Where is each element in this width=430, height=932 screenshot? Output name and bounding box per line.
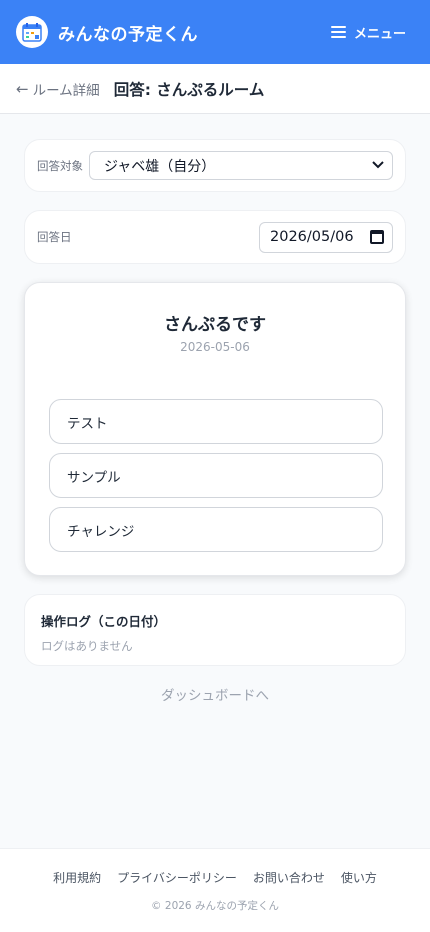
- answer-date-label: 回答日: [37, 230, 72, 244]
- target-card: 回答対象 ジャベ雄（自分）: [24, 139, 406, 192]
- option-button[interactable]: チャレンジ: [49, 507, 383, 552]
- footer: 利用規約 プライバシーポリシー お問い合わせ 使い方 © 2026 みんなの予定…: [0, 848, 430, 932]
- footer-link-contact[interactable]: お問い合わせ: [253, 869, 325, 886]
- footer-link-howto[interactable]: 使い方: [341, 869, 377, 886]
- dashboard-link[interactable]: ダッシュボードへ: [0, 684, 430, 704]
- page-title: 回答: さんぷるルーム: [113, 80, 265, 99]
- target-selected-value: ジャベ雄（自分）: [104, 158, 216, 175]
- answer-date-card: 回答日 2026/05/06: [24, 210, 406, 264]
- chevron-down-icon: [372, 159, 384, 172]
- back-to-room-link[interactable]: ← ルーム詳細: [16, 79, 100, 99]
- calendar-logo-icon: [16, 16, 48, 48]
- schedule-card: さんぷるです 2026-05-06 テスト サンプル チャレンジ: [24, 282, 406, 576]
- schedule-title: さんぷるです: [164, 315, 266, 335]
- answer-date-input[interactable]: 2026/05/06: [259, 221, 393, 253]
- subheader: ← ルーム詳細 回答: さんぷるルーム: [0, 64, 430, 114]
- arrow-left-icon: ←: [16, 79, 29, 98]
- target-label: 回答対象: [37, 158, 83, 173]
- back-link-label: ルーム詳細: [32, 82, 100, 99]
- menu-button[interactable]: メニュー: [330, 23, 406, 42]
- operation-log-card: 操作ログ（この日付） ログはありません: [24, 594, 406, 666]
- log-empty-message: ログはありません: [41, 639, 133, 653]
- menu-label: メニュー: [353, 26, 406, 42]
- answer-date-value: 2026/05/06: [270, 229, 354, 245]
- target-select[interactable]: ジャベ雄（自分）: [89, 151, 393, 180]
- option-button[interactable]: テスト: [49, 399, 383, 444]
- footer-links: 利用規約 プライバシーポリシー お問い合わせ 使い方: [0, 869, 430, 886]
- footer-link-privacy[interactable]: プライバシーポリシー: [117, 869, 237, 886]
- hamburger-icon: [330, 26, 346, 38]
- log-title: 操作ログ（この日付）: [41, 614, 167, 629]
- calendar-icon[interactable]: [370, 230, 384, 244]
- option-button[interactable]: サンプル: [49, 453, 383, 498]
- app-header: みんなの予定くん メニュー: [0, 0, 430, 64]
- schedule-date: 2026-05-06: [180, 340, 250, 354]
- app-title: みんなの予定くん: [58, 24, 198, 45]
- footer-link-terms[interactable]: 利用規約: [53, 869, 101, 886]
- copyright: © 2026 みんなの予定くん: [151, 900, 279, 912]
